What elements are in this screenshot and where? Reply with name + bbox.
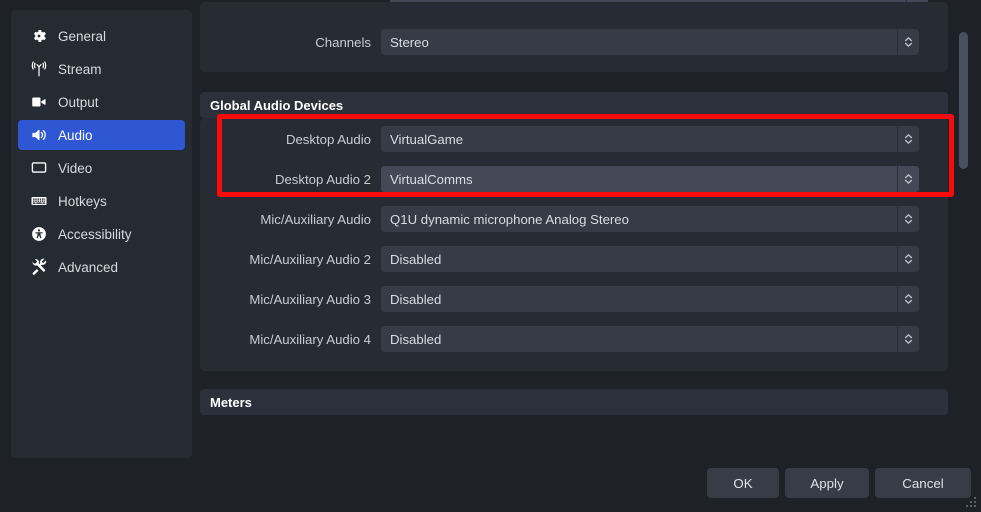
row-label: Desktop Audio 2 (274, 171, 371, 187)
monitor-icon (29, 159, 48, 178)
combobox-updown-arrows-icon[interactable] (897, 246, 919, 272)
combobox-value[interactable]: Disabled (381, 286, 897, 312)
settings-row: Channels Stereo (200, 29, 948, 55)
device-combobox[interactable]: Stereo (381, 29, 919, 55)
dialog-button-bar: OK Apply Cancel (0, 462, 981, 512)
combobox-updown-arrows-icon[interactable] (897, 206, 919, 232)
broadcast-icon (29, 60, 48, 79)
settings-row: Mic/Auxiliary Audio 4 Disabled (200, 326, 948, 352)
device-combobox[interactable]: Disabled (381, 326, 919, 352)
ok-button[interactable]: OK (707, 468, 779, 498)
combobox-value[interactable]: Stereo (381, 29, 897, 55)
settings-sidebar: General Stream Output Audio Video Hotkeys Acce… (11, 10, 192, 458)
device-combobox[interactable]: VirtualGame (381, 126, 919, 152)
combobox-updown-arrows-icon[interactable] (897, 286, 919, 312)
combobox-updown-arrows-icon[interactable] (897, 326, 919, 352)
settings-row: Desktop Audio 2 VirtualComms (200, 166, 948, 192)
settings-row: Mic/Auxiliary Audio 3 Disabled (200, 286, 948, 312)
combobox-updown-arrows-icon[interactable] (897, 166, 919, 192)
combobox-value[interactable]: VirtualComms (381, 166, 897, 192)
settings-row: Desktop Audio VirtualGame (200, 126, 948, 152)
sidebar-item-accessibility[interactable]: Accessibility (18, 219, 185, 249)
settings-row: Mic/Auxiliary Audio 2 Disabled (200, 246, 948, 272)
row-label: Mic/Auxiliary Audio 3 (249, 291, 371, 307)
sidebar-item-label: General (58, 28, 107, 44)
device-combobox[interactable]: Q1U dynamic microphone Analog Stereo (381, 206, 919, 232)
row-label: Mic/Auxiliary Audio 2 (249, 251, 371, 267)
global-audio-devices-header: Global Audio Devices (200, 92, 948, 118)
tools-icon (29, 258, 48, 277)
sidebar-item-label: Stream (58, 61, 102, 77)
device-combobox[interactable]: VirtualComms (381, 166, 919, 192)
sidebar-item-general[interactable]: General (18, 21, 185, 51)
sidebar-item-label: Output (58, 94, 99, 110)
camera-icon (29, 93, 48, 112)
sidebar-item-output[interactable]: Output (18, 87, 185, 117)
settings-row: Mic/Auxiliary Audio Q1U dynamic microphon… (200, 206, 948, 232)
row-label: Channels (315, 34, 371, 50)
sidebar-item-advanced[interactable]: Advanced (18, 252, 185, 282)
row-label: Mic/Auxiliary Audio (260, 211, 371, 227)
obs-settings-window: General Stream Output Audio Video Hotkeys Acce… (0, 0, 981, 512)
sidebar-item-label: Hotkeys (58, 193, 107, 209)
sidebar-item-audio[interactable]: Audio (18, 120, 185, 150)
sidebar-item-stream[interactable]: Stream (18, 54, 185, 84)
cancel-button[interactable]: Cancel (875, 468, 971, 498)
sidebar-item-video[interactable]: Video (18, 153, 185, 183)
resize-grip-icon[interactable] (964, 495, 978, 509)
device-combobox[interactable]: Disabled (381, 286, 919, 312)
sidebar-item-hotkeys[interactable]: Hotkeys (18, 186, 185, 216)
keyboard-icon (29, 192, 48, 211)
accessibility-icon (29, 225, 48, 244)
combobox-updown-arrows-icon[interactable] (897, 29, 919, 55)
combobox-updown-arrows-icon[interactable] (897, 126, 919, 152)
device-combobox[interactable]: Disabled (381, 246, 919, 272)
content-scrollbar-thumb[interactable] (959, 32, 968, 169)
row-label: Desktop Audio (285, 131, 371, 147)
apply-button[interactable]: Apply (785, 468, 869, 498)
sidebar-item-label: Audio (58, 127, 93, 143)
combobox-value[interactable]: Q1U dynamic microphone Analog Stereo (381, 206, 897, 232)
combobox-value[interactable]: Disabled (381, 326, 897, 352)
combobox-value[interactable]: Disabled (381, 246, 897, 272)
combobox-value[interactable]: VirtualGame (381, 126, 897, 152)
speaker-icon (29, 126, 48, 145)
gear-icon (29, 27, 48, 46)
sidebar-item-label: Video (58, 160, 93, 176)
sidebar-item-label: Accessibility (58, 226, 132, 242)
row-label: Mic/Auxiliary Audio 4 (249, 331, 371, 347)
meters-header: Meters (200, 389, 948, 415)
settings-content-pane[interactable]: Global Audio Devices Meters Channels Ster… (200, 0, 981, 455)
sidebar-item-label: Advanced (58, 259, 119, 275)
